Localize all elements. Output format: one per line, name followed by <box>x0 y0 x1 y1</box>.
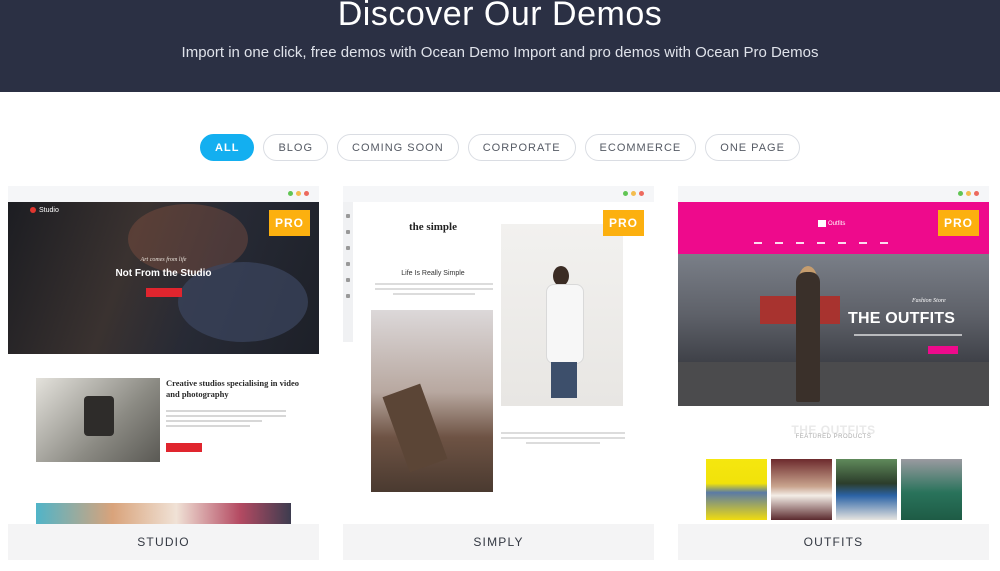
page-title: Discover Our Demos <box>337 0 663 33</box>
filter-all[interactable]: ALL <box>200 134 255 161</box>
filter-coming-soon[interactable]: COMING SOON <box>337 134 459 161</box>
product-thumb <box>706 459 767 520</box>
page-subtitle: Import in one click, free demos with Oce… <box>181 44 819 61</box>
browser-bar <box>343 186 654 202</box>
product-thumb <box>836 459 897 520</box>
filter-blog[interactable]: BLOG <box>263 134 329 161</box>
studio-preview-button <box>146 288 182 297</box>
simply-preview-photo-left <box>371 310 493 492</box>
outfits-preview-products <box>706 459 962 520</box>
window-dots <box>958 191 979 196</box>
browser-bar <box>8 186 319 202</box>
demo-name-label[interactable]: SIMPLY <box>343 524 654 560</box>
simply-preview-logo: the simple <box>405 222 461 248</box>
studio-preview-heading: Creative studios specialising in video a… <box>166 378 300 399</box>
window-dots <box>623 191 644 196</box>
demo-card-simply[interactable]: the simple Life Is Really Simple PRO SIM… <box>343 186 654 560</box>
outfits-preview-nav <box>754 242 888 244</box>
studio-preview-text-lines <box>166 410 286 430</box>
pro-badge: PRO <box>269 210 310 236</box>
outfits-preview-section-subtitle: FEATURED PRODUCTS <box>795 434 872 440</box>
window-dots <box>288 191 309 196</box>
product-thumb <box>901 459 962 520</box>
studio-preview-photo <box>36 378 160 462</box>
outfits-preview-kicker: Fashion Store <box>912 298 946 304</box>
filter-ecommerce[interactable]: ECOMMERCE <box>584 134 697 161</box>
simply-preview-sidebar <box>343 202 353 342</box>
product-thumb <box>771 459 832 520</box>
demo-filter-bar: ALL BLOG COMING SOON CORPORATE ECOMMERCE… <box>0 134 1000 161</box>
simply-preview-text-lines <box>375 283 493 298</box>
simply-preview-tagline: Life Is Really Simple <box>401 270 465 277</box>
studio-preview-kicker: Art comes from life <box>140 257 187 263</box>
outfits-preview-text-line <box>854 334 962 336</box>
outfits-preview-title: THE OUTFITS <box>848 310 956 327</box>
pro-badge: PRO <box>603 210 644 236</box>
outfits-preview-button <box>928 346 958 354</box>
pro-badge: PRO <box>938 210 979 236</box>
outfits-preview-hero <box>678 254 989 406</box>
filter-one-page[interactable]: ONE PAGE <box>705 134 800 161</box>
demo-name-label[interactable]: STUDIO <box>8 524 319 560</box>
simply-preview-text-lines-2 <box>501 432 625 447</box>
studio-preview-image-strip <box>36 503 291 525</box>
browser-bar <box>678 186 989 202</box>
studio-preview-logo: Studio <box>30 207 59 214</box>
demo-name-label[interactable]: OUTFITS <box>678 524 989 560</box>
demo-card-outfits[interactable]: Outfits Fashion Store THE OUTFITS THE OU… <box>678 186 989 560</box>
outfits-preview-logo: Outfits <box>818 220 845 227</box>
page-header: Discover Our Demos Import in one click, … <box>0 0 1000 92</box>
filter-corporate[interactable]: CORPORATE <box>467 134 576 161</box>
simply-preview-photo-right <box>501 224 623 406</box>
demo-card-studio[interactable]: Studio Art comes from life Not From the … <box>8 186 319 560</box>
studio-preview-button-2 <box>166 443 202 452</box>
studio-preview-title: Not From the Studio <box>115 268 212 279</box>
